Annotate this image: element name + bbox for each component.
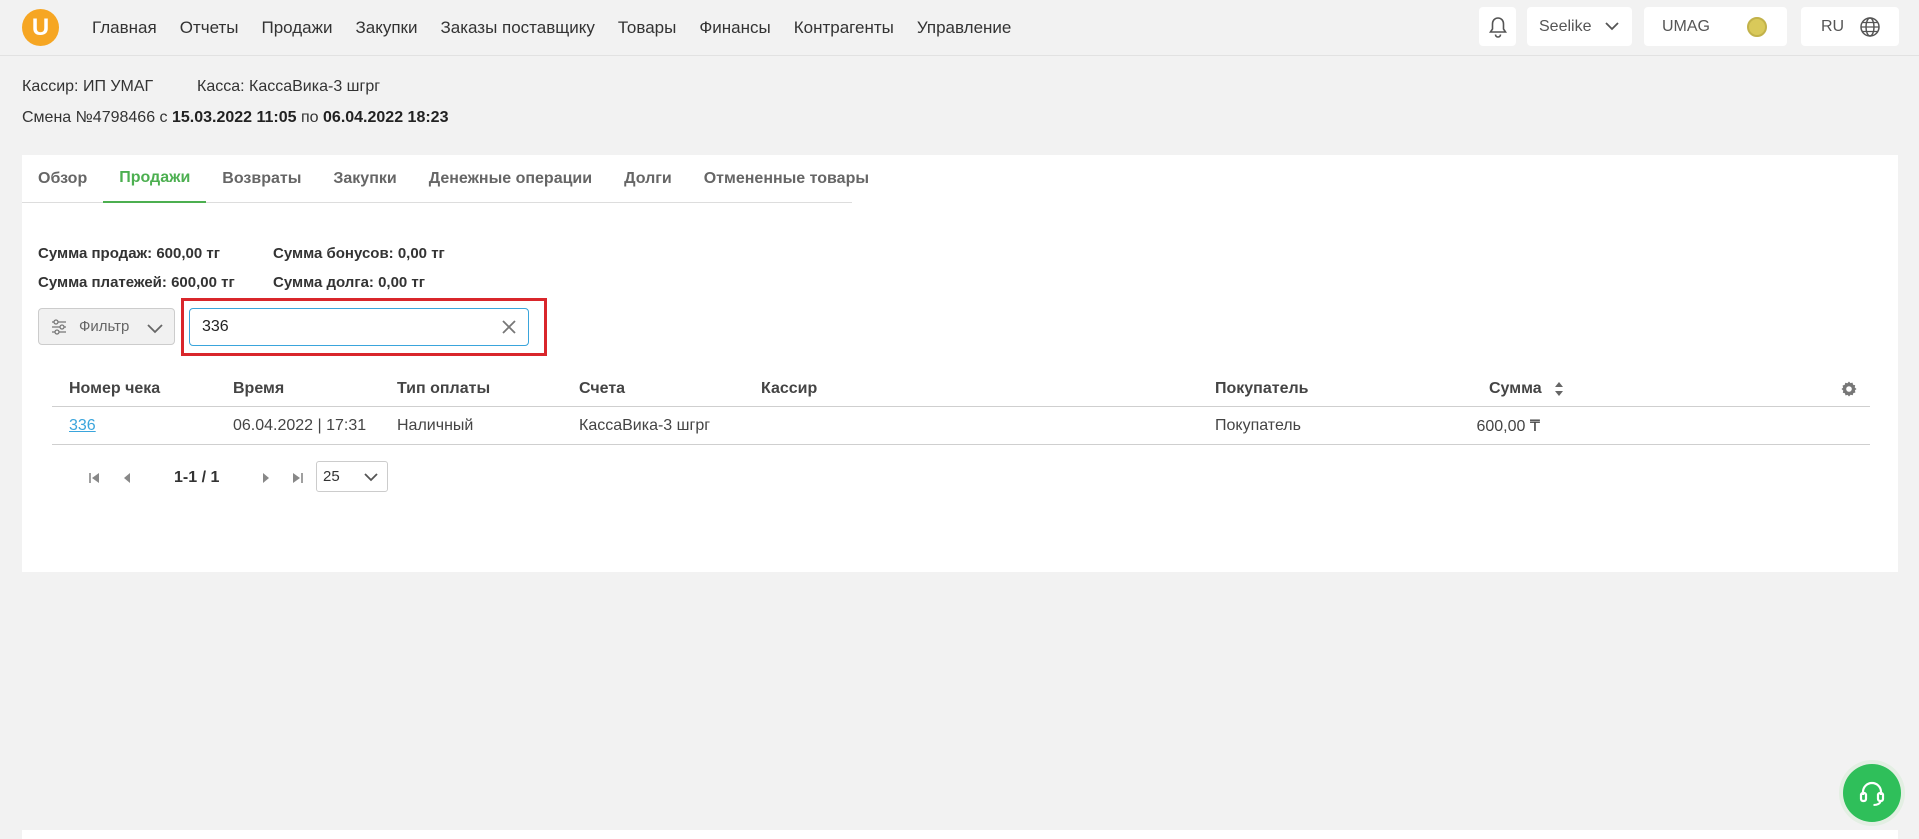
chevron-left-icon	[124, 473, 130, 483]
search-input[interactable]	[189, 308, 529, 346]
next-page-button[interactable]	[258, 470, 274, 486]
chevron-down-icon	[364, 473, 378, 482]
filter-label: Фильтр	[79, 318, 130, 335]
page-size-select[interactable]: 25	[316, 461, 388, 492]
clear-search-button[interactable]	[498, 316, 520, 338]
support-chat-button[interactable]	[1843, 764, 1901, 822]
chevron-right-icon	[263, 473, 269, 483]
table-header: Номер чека Время Тип оплаты Счета Кассир…	[52, 370, 1870, 407]
column-time[interactable]: Время	[233, 370, 284, 407]
page-size-value: 25	[323, 468, 340, 485]
umag-logo[interactable]: U	[22, 9, 59, 46]
close-icon	[502, 320, 516, 334]
register-info: Касса: КассаВика-3 шгрг	[197, 78, 380, 96]
coin-icon	[1747, 17, 1767, 37]
shift-by: по	[301, 109, 319, 126]
row-amount: 600,00 ₸	[1476, 417, 1540, 435]
tab-debts[interactable]: Долги	[608, 155, 688, 203]
top-navigation-bar: U Главная Отчеты Продажи Закупки Заказы …	[0, 0, 1919, 56]
company-name: UMAG	[1662, 17, 1710, 35]
sales-total: Сумма продаж: 600,00 тг	[38, 245, 220, 262]
tab-cancelled-products[interactable]: Отмененные товары	[688, 155, 885, 203]
nav-item-reports[interactable]: Отчеты	[180, 18, 239, 38]
row-time: 06.04.2022 | 17:31	[233, 416, 367, 434]
gear-icon[interactable]	[1840, 380, 1858, 398]
shift-start: 15.03.2022 11:05	[171, 109, 297, 126]
tab-returns[interactable]: Возвраты	[206, 155, 317, 203]
shift-prefix: Смена №4798466 с	[22, 109, 168, 126]
nav-item-products[interactable]: Товары	[618, 18, 676, 38]
receipt-number[interactable]: 336	[69, 417, 96, 435]
tab-money-operations[interactable]: Денежные операции	[413, 155, 608, 203]
tab-purchases[interactable]: Закупки	[317, 155, 412, 203]
last-page-button[interactable]	[290, 470, 306, 486]
sliders-icon	[52, 318, 66, 335]
nav-item-management[interactable]: Управление	[917, 18, 1012, 38]
main-nav: Главная Отчеты Продажи Закупки Заказы по…	[92, 0, 1034, 56]
row-customer: Покупатель	[1215, 416, 1301, 434]
payments-total: Сумма платежей: 600,00 тг	[38, 274, 235, 291]
debt-total: Сумма долга: 0,00 тг	[273, 274, 426, 291]
page-range: 1-1 / 1	[174, 469, 220, 486]
language-code: RU	[1821, 17, 1845, 35]
cashier-info: Кассир: ИП УМАГ	[22, 78, 153, 96]
user-menu[interactable]: Seelike	[1527, 7, 1632, 46]
nav-item-purchases[interactable]: Закупки	[355, 18, 417, 38]
shift-info: Смена №4798466 с 15.03.2022 11:05 по 06.…	[22, 109, 448, 127]
chevron-down-icon	[1605, 22, 1619, 31]
globe-icon	[1860, 17, 1880, 37]
tab-overview[interactable]: Обзор	[22, 155, 103, 203]
headset-icon	[1859, 781, 1885, 806]
receipt-number-link[interactable]: 336	[69, 407, 96, 444]
last-page-icon	[293, 473, 303, 483]
content-panel: Обзор Продажи Возвраты Закупки Денежные …	[22, 155, 1898, 572]
column-receipt-number[interactable]: Номер чека	[69, 370, 160, 407]
notifications-button[interactable]	[1479, 7, 1516, 46]
bell-icon	[1488, 16, 1507, 38]
nav-item-sales[interactable]: Продажи	[261, 18, 332, 38]
shift-end: 06.04.2022 18:23	[323, 109, 449, 126]
nav-item-supplier-orders[interactable]: Заказы поставщику	[440, 18, 594, 38]
company-selector[interactable]: UMAG	[1644, 7, 1787, 46]
tab-sales[interactable]: Продажи	[103, 155, 207, 203]
bonuses-total: Сумма бонусов: 0,00 тг	[273, 245, 445, 262]
language-selector[interactable]: RU	[1801, 7, 1899, 46]
first-page-button[interactable]	[86, 470, 102, 486]
column-amount[interactable]: Сумма	[1489, 370, 1564, 407]
row-account: КассаВика-3 шгрг	[579, 416, 711, 434]
chevron-down-icon	[147, 324, 163, 334]
column-accounts[interactable]: Счета	[579, 370, 625, 407]
filter-button[interactable]: Фильтр	[38, 308, 175, 345]
previous-page-button[interactable]	[119, 470, 135, 486]
sort-icon[interactable]	[1554, 381, 1564, 397]
row-payment-type: Наличный	[397, 416, 474, 434]
logo-letter: U	[31, 13, 50, 41]
nav-item-finance[interactable]: Финансы	[699, 18, 770, 38]
nav-item-home[interactable]: Главная	[92, 18, 157, 38]
user-name: Seelike	[1539, 17, 1592, 35]
cashier-label: Кассир: ИП УМАГ	[22, 78, 154, 95]
register-label: Касса: КассаВика-3 шгрг	[197, 78, 381, 95]
column-amount-label: Сумма	[1489, 379, 1542, 397]
table-row: 336 06.04.2022 | 17:31 Наличный КассаВик…	[52, 407, 1870, 445]
column-customer[interactable]: Покупатель	[1215, 370, 1308, 407]
bottom-panel-edge	[22, 830, 1898, 839]
first-page-icon	[89, 473, 99, 483]
column-payment-type[interactable]: Тип оплаты	[397, 370, 490, 407]
column-cashier[interactable]: Кассир	[761, 370, 817, 407]
nav-item-counterparties[interactable]: Контрагенты	[794, 18, 894, 38]
tab-bar: Обзор Продажи Возвраты Закупки Денежные …	[22, 155, 869, 203]
